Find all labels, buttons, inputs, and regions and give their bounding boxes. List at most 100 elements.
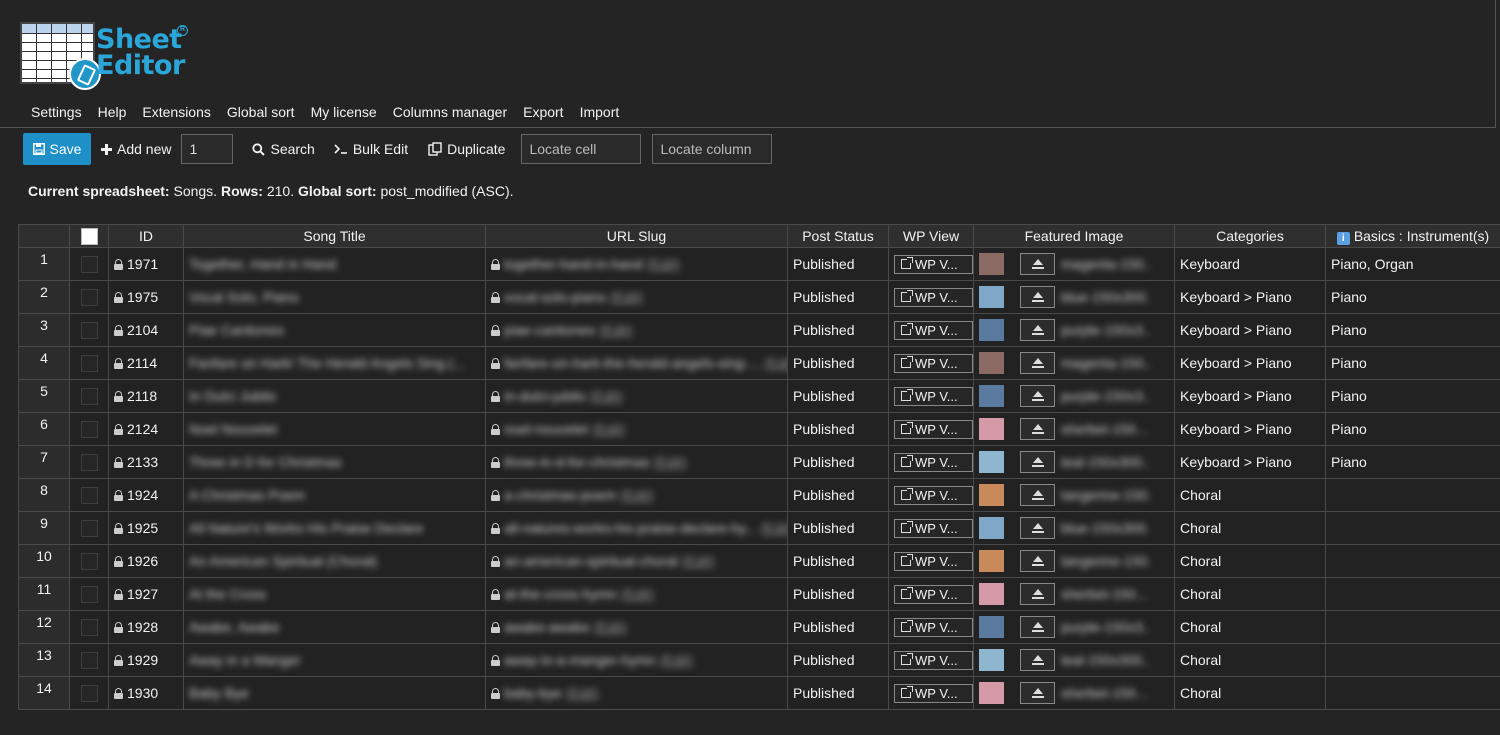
duplicate-button[interactable]: Duplicate: [428, 141, 505, 157]
id-cell[interactable]: 1924: [108, 478, 184, 512]
id-cell[interactable]: 1975: [108, 280, 184, 314]
featured-image-cell[interactable]: magenta-150...: [973, 247, 1175, 281]
featured-image-thumbnail[interactable]: [979, 418, 1004, 440]
upload-icon[interactable]: [1020, 253, 1055, 275]
row-select-cell[interactable]: [69, 610, 109, 644]
featured-image-thumbnail[interactable]: [979, 484, 1004, 506]
featured-image-thumbnail[interactable]: [979, 550, 1004, 572]
row-select-cell[interactable]: [69, 478, 109, 512]
wp-view-button[interactable]: WP V...: [894, 518, 973, 538]
instruments-cell[interactable]: [1325, 478, 1500, 512]
instruments-cell[interactable]: Piano: [1325, 280, 1500, 314]
instruments-cell[interactable]: [1325, 577, 1500, 611]
row-checkbox[interactable]: [80, 618, 98, 636]
locate-cell-input[interactable]: [521, 134, 642, 164]
url-slug-cell[interactable]: awake-awake (Edit): [485, 610, 788, 644]
menu-import[interactable]: Import: [580, 104, 620, 120]
row-checkbox[interactable]: [80, 486, 98, 504]
row-number[interactable]: 8: [18, 478, 70, 512]
upload-icon[interactable]: [1020, 451, 1055, 473]
song-title-cell[interactable]: Fanfare on Hark! The Herald Angels Sing …: [183, 346, 486, 380]
categories-cell[interactable]: Choral: [1174, 643, 1326, 677]
featured-image-thumbnail[interactable]: [979, 616, 1004, 638]
row-select-cell[interactable]: [69, 445, 109, 479]
row-checkbox[interactable]: [80, 420, 98, 438]
wp-view-button[interactable]: WP V...: [894, 287, 973, 307]
row-number[interactable]: 11: [18, 577, 70, 611]
upload-icon[interactable]: [1020, 616, 1055, 638]
post-status-cell[interactable]: Published: [787, 445, 889, 479]
categories-cell[interactable]: Choral: [1174, 676, 1326, 710]
wp-view-button[interactable]: WP V...: [894, 485, 973, 505]
song-title-cell[interactable]: At the Cross: [183, 577, 486, 611]
id-cell[interactable]: 1925: [108, 511, 184, 545]
row-number[interactable]: 14: [18, 676, 70, 710]
row-select-cell[interactable]: [69, 511, 109, 545]
instruments-cell[interactable]: Piano: [1325, 412, 1500, 446]
menu-extensions[interactable]: Extensions: [142, 104, 210, 120]
categories-cell[interactable]: Keyboard > Piano: [1174, 445, 1326, 479]
row-select-cell[interactable]: [69, 676, 109, 710]
upload-icon[interactable]: [1020, 517, 1055, 539]
row-checkbox[interactable]: [80, 651, 98, 669]
row-number[interactable]: 2: [18, 280, 70, 314]
row-checkbox[interactable]: [80, 684, 98, 702]
id-cell[interactable]: 1928: [108, 610, 184, 644]
id-cell[interactable]: 2114: [108, 346, 184, 380]
upload-icon[interactable]: [1020, 385, 1055, 407]
url-slug-cell[interactable]: piae-cantiones (Edit): [485, 313, 788, 347]
url-slug-cell[interactable]: away-in-a-manger-hymn (Edit): [485, 643, 788, 677]
row-select-cell[interactable]: [69, 379, 109, 413]
id-cell[interactable]: 2118: [108, 379, 184, 413]
row-checkbox[interactable]: [80, 552, 98, 570]
header-song-title[interactable]: Song Title: [183, 224, 486, 248]
id-cell[interactable]: 2124: [108, 412, 184, 446]
header-categories[interactable]: Categories: [1174, 224, 1326, 248]
post-status-cell[interactable]: Published: [787, 610, 889, 644]
wp-view-button[interactable]: WP V...: [894, 617, 973, 637]
header-url-slug[interactable]: URL Slug: [485, 224, 788, 248]
upload-icon[interactable]: [1020, 583, 1055, 605]
instruments-cell[interactable]: Piano: [1325, 379, 1500, 413]
id-cell[interactable]: 1971: [108, 247, 184, 281]
slug-edit-link[interactable]: (Edit): [621, 586, 654, 602]
header-id[interactable]: ID: [108, 224, 184, 248]
featured-image-cell[interactable]: purple-150x3...: [973, 313, 1175, 347]
menu-my-license[interactable]: My license: [311, 104, 377, 120]
instruments-cell[interactable]: Piano, Organ: [1325, 247, 1500, 281]
menu-settings[interactable]: Settings: [31, 104, 82, 120]
url-slug-cell[interactable]: all-natures-works-his-praise-declare-hy.…: [485, 511, 788, 545]
categories-cell[interactable]: Keyboard: [1174, 247, 1326, 281]
id-cell[interactable]: 1930: [108, 676, 184, 710]
featured-image-cell[interactable]: purple-150x3...: [973, 379, 1175, 413]
instruments-cell[interactable]: [1325, 643, 1500, 677]
upload-icon[interactable]: [1020, 319, 1055, 341]
row-select-cell[interactable]: [69, 313, 109, 347]
featured-image-cell[interactable]: purple-150x3...: [973, 610, 1175, 644]
upload-icon[interactable]: [1020, 550, 1055, 572]
post-status-cell[interactable]: Published: [787, 379, 889, 413]
upload-icon[interactable]: [1020, 682, 1055, 704]
bulk-edit-button[interactable]: Bulk Edit: [334, 141, 408, 157]
wp-view-button[interactable]: WP V...: [894, 683, 973, 703]
id-cell[interactable]: 1926: [108, 544, 184, 578]
post-status-cell[interactable]: Published: [787, 511, 889, 545]
wp-view-button[interactable]: WP V...: [894, 386, 973, 406]
song-title-cell[interactable]: All Nature's Works His Praise Declare: [183, 511, 486, 545]
instruments-cell[interactable]: [1325, 511, 1500, 545]
row-checkbox[interactable]: [80, 387, 98, 405]
row-number[interactable]: 4: [18, 346, 70, 380]
slug-edit-link[interactable]: (Edit): [599, 322, 632, 338]
slug-edit-link[interactable]: (Edit): [761, 520, 787, 536]
categories-cell[interactable]: Keyboard > Piano: [1174, 280, 1326, 314]
song-title-cell[interactable]: A Christmas Poem: [183, 478, 486, 512]
upload-icon[interactable]: [1020, 418, 1055, 440]
row-number[interactable]: 5: [18, 379, 70, 413]
post-status-cell[interactable]: Published: [787, 280, 889, 314]
instruments-cell[interactable]: Piano: [1325, 346, 1500, 380]
row-checkbox[interactable]: [80, 255, 98, 273]
row-checkbox[interactable]: [80, 585, 98, 603]
featured-image-cell[interactable]: sherbet-150...: [973, 676, 1175, 710]
slug-edit-link[interactable]: (Edit): [594, 619, 627, 635]
url-slug-cell[interactable]: three-in-d-for-christmas (Edit): [485, 445, 788, 479]
